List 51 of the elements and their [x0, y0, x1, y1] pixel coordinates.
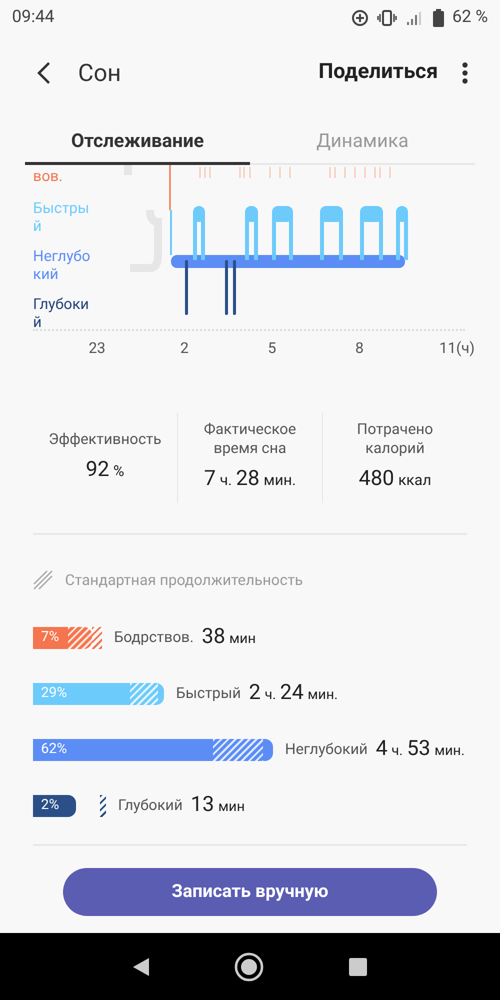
stat-label: Эффективность — [48, 430, 162, 449]
standard-duration-hatch — [68, 626, 102, 648]
back-triangle-icon — [132, 956, 150, 976]
battery-text: 62 % — [452, 6, 488, 30]
more-icon — [462, 62, 468, 84]
back-icon — [37, 61, 51, 85]
more-options-button[interactable] — [460, 62, 470, 84]
standard-duration-hatch — [213, 738, 263, 760]
stage-name: Бодрствов. — [114, 627, 194, 648]
home-button[interactable] — [234, 952, 264, 982]
recents-button[interactable] — [348, 956, 368, 976]
tab[interactable]: Отслеживание — [25, 120, 250, 165]
stat-label: Фактическое время сна — [202, 420, 298, 458]
value-text: 7 ч. 28 мин. — [204, 466, 296, 494]
legend-text: Стандартная продолжительность — [65, 570, 303, 591]
clock-text: 09:44 — [12, 6, 54, 30]
value-text: 4 ч. 53 мин. — [376, 740, 465, 759]
stage-label: Глубоки й — [33, 295, 90, 331]
percent-text: 29% — [41, 684, 67, 703]
axis-label: 23 — [88, 338, 106, 359]
axis-label: 11(ч) — [439, 338, 475, 359]
stage-name: Неглубокий — [285, 739, 368, 760]
hatch-icon — [33, 570, 53, 590]
page-title: Сон — [78, 58, 122, 89]
stat-label: Потрачено калорий — [356, 420, 434, 458]
stage-label: вов. — [33, 167, 64, 187]
stage-label: Неглубо кий — [33, 247, 92, 283]
nav-back-button[interactable] — [132, 956, 150, 976]
axis-label: 8 — [355, 338, 364, 359]
data-saver-icon — [351, 9, 370, 27]
value-text: 92 % — [86, 456, 124, 484]
axis-label: 2 — [180, 338, 189, 359]
stage-name: Быстрый — [176, 683, 241, 704]
battery-icon — [433, 9, 444, 27]
value-text: 38 мин — [202, 628, 256, 647]
axis-label: 5 — [268, 338, 276, 359]
percent-text: 7% — [41, 628, 60, 647]
value-text: 13 мин — [190, 796, 245, 815]
value-text: 480 ккал — [358, 466, 432, 494]
stage-name: Глубокий — [118, 795, 183, 816]
percent-text: 2% — [41, 796, 60, 815]
percent-text: 62% — [41, 740, 67, 759]
home-icon — [234, 952, 264, 982]
share-button[interactable]: Поделиться — [318, 57, 438, 89]
stage-label: Быстры й — [33, 199, 90, 235]
record-manually-button[interactable]: Записать вручную — [63, 868, 437, 916]
recents-icon — [348, 956, 368, 976]
value-text: 2 ч. 24 мин. — [248, 684, 338, 703]
standard-duration-hatch — [130, 682, 158, 704]
standard-duration-hatch — [100, 794, 106, 816]
vibrate-icon — [377, 10, 398, 26]
